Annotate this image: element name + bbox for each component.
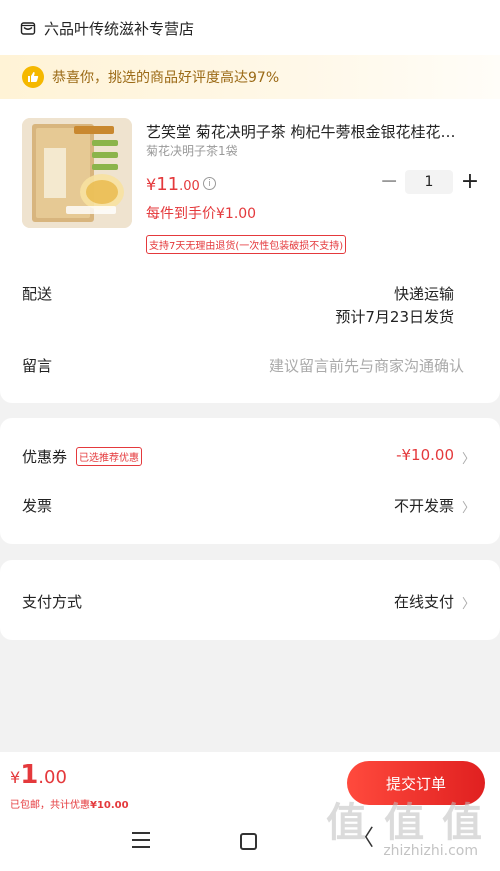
- info-icon[interactable]: i: [203, 177, 216, 190]
- thumbs-up-icon: [22, 66, 44, 88]
- order-card: 六品叶传统滋补专营店 恭喜你，挑选的商品好评度高达97% 艺笑堂 菊花决明子茶 …: [0, 0, 500, 403]
- invoice-label: 发票: [22, 497, 53, 515]
- shipping-method: 快递运输: [393, 285, 454, 303]
- shipping-label: 配送: [22, 285, 53, 303]
- rating-banner-text: 恭喜你，挑选的商品好评度高达97%: [52, 70, 280, 86]
- quantity-input[interactable]: 1: [405, 170, 453, 194]
- total-symbol: ¥: [10, 768, 21, 787]
- shipping-note: 已包邮，共计优惠: [10, 800, 90, 811]
- back-icon[interactable]: 〈: [352, 828, 374, 850]
- shop-header[interactable]: 六品叶传统滋补专营店: [20, 16, 194, 40]
- rating-banner: 恭喜你，挑选的商品好评度高达97%: [0, 55, 500, 99]
- price-symbol: ¥: [146, 175, 157, 194]
- product-price: ¥11.00: [146, 174, 200, 195]
- shipping-estimate: 预计7月23日发货: [335, 308, 454, 326]
- total-price: ¥1.00: [10, 760, 67, 790]
- unit-price: 每件到手价¥1.00: [146, 206, 257, 222]
- total-summary: 已包邮，共计优惠¥10.00: [10, 796, 129, 811]
- product-spec[interactable]: 菊花决明子茶1袋: [146, 142, 238, 159]
- coupon-chevron-icon[interactable]: 〉: [462, 448, 475, 467]
- note-input[interactable]: 建议留言前先与商家沟通确认: [269, 355, 464, 376]
- coupon-label: 优惠券: [22, 448, 68, 466]
- coupon-value[interactable]: -¥10.00: [396, 446, 454, 464]
- promotions-card: [0, 418, 500, 544]
- watermark-url: zhizhizhi.com: [383, 843, 478, 859]
- quantity-decrease-button[interactable]: −: [380, 171, 398, 193]
- product-title[interactable]: 艺笑堂 菊花决明子茶 枸杞牛蒡根金银花桂花…: [146, 121, 476, 142]
- home-icon[interactable]: [240, 833, 257, 850]
- return-policy-tag: 支持7天无理由退货(一次性包装破损不支持): [146, 235, 347, 254]
- price-integer: 11: [156, 174, 180, 195]
- quantity-increase-button[interactable]: +: [460, 170, 480, 194]
- payment-value[interactable]: 在线支付: [394, 591, 454, 612]
- price-decimal: .00: [179, 179, 200, 194]
- product-image[interactable]: [22, 118, 132, 228]
- coupon-tag: 已选推荐优惠: [76, 447, 142, 466]
- total-integer: 1: [20, 760, 39, 790]
- payment-chevron-icon[interactable]: 〉: [462, 593, 475, 612]
- total-decimal: .00: [38, 767, 67, 788]
- note-label: 留言: [22, 357, 53, 375]
- invoice-value[interactable]: 不开发票: [394, 495, 454, 516]
- payment-label: 支付方式: [22, 593, 83, 611]
- shop-name: 六品叶传统滋补专营店: [44, 19, 195, 38]
- watermark: 值 值 值: [326, 800, 484, 846]
- invoice-chevron-icon[interactable]: 〉: [462, 497, 475, 516]
- menu-icon[interactable]: [132, 832, 150, 848]
- shop-icon: [20, 20, 36, 36]
- saved-amount: ¥10.00: [90, 800, 129, 811]
